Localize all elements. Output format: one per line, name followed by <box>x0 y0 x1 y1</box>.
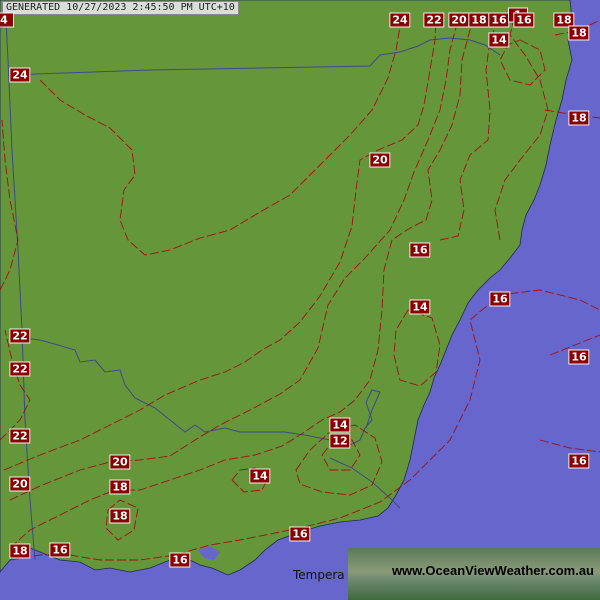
contour-label: 22 <box>423 12 445 28</box>
contour-label: 12 <box>329 433 351 449</box>
contour-label: 20 <box>109 454 131 470</box>
contour-label: 14 <box>249 468 271 484</box>
contour-label: 18 <box>109 479 131 495</box>
legend-word: Tempera <box>293 568 345 582</box>
brand-link[interactable]: www.OceanViewWeather.com.au <box>348 563 594 578</box>
contour-label: 24 <box>9 67 31 83</box>
contour-label: 16 <box>568 453 590 469</box>
contour-label: 16 <box>489 291 511 307</box>
contour-label: 16 <box>409 242 431 258</box>
contour-label: 22 <box>9 428 31 444</box>
contour-label: 14 <box>329 417 351 433</box>
contour-label: 20 <box>369 152 391 168</box>
contour-label: 18 <box>468 12 490 28</box>
contour-label: 22 <box>9 361 31 377</box>
contour-label: 16 <box>169 552 191 568</box>
contour-label: 16 <box>488 12 510 28</box>
contour-label: 16 <box>289 526 311 542</box>
contour-label: 14 <box>488 32 510 48</box>
contour-label: 18 <box>9 543 31 559</box>
contour-label: 4 <box>0 12 14 28</box>
brand-banner[interactable]: www.OceanViewWeather.com.au <box>348 548 600 600</box>
contour-label: 18 <box>568 110 590 126</box>
contour-label: 18 <box>109 508 131 524</box>
contour-label: 24 <box>389 12 411 28</box>
contour-label: 20 <box>448 12 470 28</box>
contour-label: 14 <box>409 299 431 315</box>
contour-label: 16 <box>49 542 71 558</box>
contour-label: 16 <box>513 12 535 28</box>
contour-label: 16 <box>568 349 590 365</box>
contour-label: 18 <box>568 25 590 41</box>
contour-label: 20 <box>9 476 31 492</box>
generated-timestamp: GENERATED 10/27/2023 2:45:50 PM UTC+10 <box>2 1 239 15</box>
contour-label: 22 <box>9 328 31 344</box>
